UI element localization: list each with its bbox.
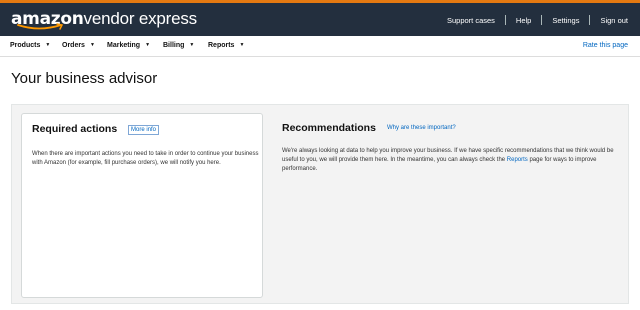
settings-link[interactable]: Settings xyxy=(552,16,579,25)
amazon-vendor-express-logo[interactable]: amazonvendor express xyxy=(11,9,197,31)
advisor-panel: Required actions More info When there ar… xyxy=(11,104,629,304)
nav-marketing-label: Marketing xyxy=(107,42,141,49)
logo-product-text: vendor express xyxy=(83,9,198,28)
nav-reports-menu[interactable]: Reports ▼ xyxy=(208,42,244,49)
nav-billing-menu[interactable]: Billing ▼ xyxy=(163,42,194,49)
required-actions-title: Required actions xyxy=(32,123,118,135)
caret-down-icon: ▼ xyxy=(45,42,51,48)
support-cases-link[interactable]: Support cases xyxy=(447,16,495,25)
recommendations-description: We're always looking at data to help you… xyxy=(282,147,617,174)
caret-down-icon: ▼ xyxy=(189,42,195,48)
recommendations-title: Recommendations xyxy=(282,122,376,134)
top-header-bar: amazonvendor express Support cases Help … xyxy=(0,3,640,36)
caret-down-icon: ▼ xyxy=(145,42,151,48)
why-important-link[interactable]: Why are these important? xyxy=(387,125,456,131)
caret-down-icon: ▼ xyxy=(239,42,245,48)
page-title: Your business advisor xyxy=(11,70,158,87)
header-divider xyxy=(504,15,506,25)
main-nav-bar: Products ▼ Orders ▼ Marketing ▼ Billing ▼ Re… xyxy=(0,36,640,57)
nav-marketing-menu[interactable]: Marketing ▼ xyxy=(107,42,150,49)
more-info-button[interactable]: More info xyxy=(128,125,160,135)
nav-products-label: Products xyxy=(10,42,41,49)
amazon-smile-icon xyxy=(17,23,64,30)
nav-reports-label: Reports xyxy=(208,42,235,49)
header-divider xyxy=(541,15,543,25)
header-divider xyxy=(589,15,591,25)
caret-down-icon: ▼ xyxy=(89,42,95,48)
header-links: Support cases Help Settings Sign out xyxy=(447,15,628,25)
nav-orders-label: Orders xyxy=(62,42,85,49)
nav-products-menu[interactable]: Products ▼ xyxy=(10,42,50,49)
sign-out-link[interactable]: Sign out xyxy=(600,16,628,25)
nav-orders-menu[interactable]: Orders ▼ xyxy=(62,42,95,49)
help-link[interactable]: Help xyxy=(516,16,531,25)
rate-this-page-link[interactable]: Rate this page xyxy=(583,42,628,49)
nav-billing-label: Billing xyxy=(163,42,185,49)
reports-link[interactable]: Reports xyxy=(507,157,528,163)
required-actions-description: When there are important actions you nee… xyxy=(32,151,259,166)
required-actions-card: Required actions More info When there ar… xyxy=(21,113,263,298)
